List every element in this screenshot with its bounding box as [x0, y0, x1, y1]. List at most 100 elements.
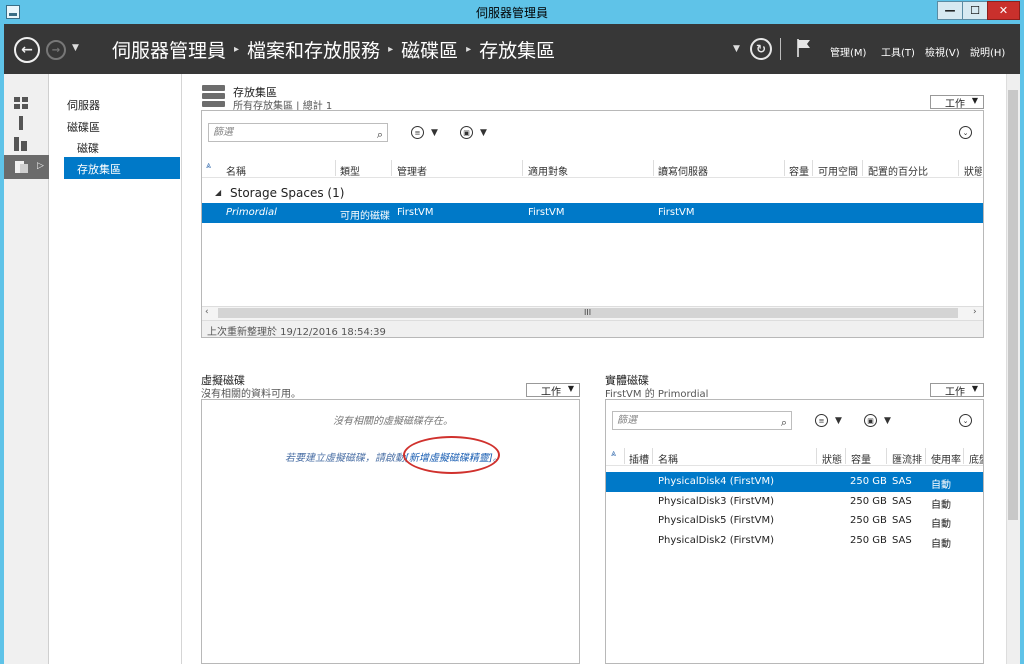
physical-disks-tasks-button[interactable]: 工作 ▼	[930, 383, 984, 398]
forward-arrow-icon[interactable]: →	[46, 40, 66, 60]
menu-help[interactable]: 說明(H)	[970, 44, 1005, 59]
header-dropdown-icon[interactable]: ▼	[733, 44, 740, 54]
scroll-right-icon[interactable]: ›	[973, 307, 977, 317]
save-query-icon[interactable]: ▣	[460, 126, 473, 139]
col-status[interactable]: 狀態	[964, 163, 982, 178]
expand-collapse-icon[interactable]: ⌄	[959, 126, 972, 139]
list-options-icon[interactable]: ≡	[411, 126, 424, 139]
column-divider[interactable]	[812, 160, 813, 176]
sort-indicator-icon[interactable]: ⩓	[206, 161, 211, 171]
minimize-button[interactable]: —	[937, 1, 963, 20]
col-capacity[interactable]: 容量	[851, 451, 871, 466]
vertical-scrollbar-thumb[interactable]	[1008, 90, 1018, 520]
col-chassis[interactable]: 底盤	[969, 451, 983, 466]
chevron-down-icon: ▼	[971, 384, 978, 393]
column-divider[interactable]	[652, 448, 653, 464]
disk-name: PhysicalDisk3 (FirstVM)	[658, 496, 775, 507]
col-available-to[interactable]: 適用對象	[528, 163, 568, 178]
storage-pools-filter-input[interactable]: 篩選 ⌕	[208, 123, 388, 142]
chevron-down-icon[interactable]: ▼	[480, 128, 487, 138]
virtual-disks-tasks-button[interactable]: 工作 ▼	[526, 383, 580, 398]
virtual-disks-empty-message: 沒有相關的虛擬磁碟存在。	[333, 416, 453, 427]
save-query-icon[interactable]: ▣	[864, 414, 877, 427]
column-divider[interactable]	[958, 160, 959, 176]
col-name[interactable]: 名稱	[226, 163, 246, 178]
breadcrumb-volumes[interactable]: 磁碟區	[401, 36, 458, 63]
col-managed-by[interactable]: 管理者	[397, 163, 427, 178]
notifications-flag-icon[interactable]	[796, 38, 812, 58]
disk-name: PhysicalDisk4 (FirstVM)	[658, 476, 775, 487]
disk-usage: 自動	[931, 480, 951, 491]
expand-arrow-icon[interactable]: ▷	[37, 161, 44, 171]
disk-bus: SAS	[892, 496, 912, 507]
table-row[interactable]: PhysicalDisk4 (FirstVM) 250 GB SAS 自動	[606, 472, 983, 492]
col-bus[interactable]: 匯流排	[892, 451, 922, 466]
column-divider[interactable]	[925, 448, 926, 464]
header-divider	[780, 38, 781, 60]
chevron-down-icon[interactable]: ▼	[431, 128, 438, 138]
chevron-down-icon: ▼	[971, 96, 978, 105]
tasks-label: 工作	[945, 386, 965, 398]
table-row[interactable]: PhysicalDisk5 (FirstVM) 250 GB SAS 自動	[606, 511, 983, 531]
nav-item-volumes[interactable]: 磁碟區	[67, 119, 100, 135]
local-server-icon[interactable]	[13, 116, 29, 130]
col-type[interactable]: 類型	[340, 163, 360, 178]
column-divider[interactable]	[816, 448, 817, 464]
search-icon: ⌕	[376, 128, 383, 141]
col-percent-allocated[interactable]: 配置的百分比	[868, 163, 928, 178]
physical-disks-filter-input[interactable]: 篩選 ⌕	[612, 411, 792, 430]
virtual-disks-panel	[201, 399, 580, 664]
table-row[interactable]: PhysicalDisk3 (FirstVM) 250 GB SAS 自動	[606, 492, 983, 512]
dashboard-icon[interactable]	[13, 96, 29, 110]
collapse-group-icon[interactable]: ◢	[215, 188, 221, 197]
menu-tools[interactable]: 工具(T)	[881, 44, 915, 59]
menu-view[interactable]: 檢視(V)	[925, 44, 960, 59]
file-storage-services-icon[interactable]	[14, 160, 30, 174]
maximize-button[interactable]: ☐	[962, 1, 988, 20]
table-row[interactable]: Primordial 可用的磁碟 FirstVM FirstVM FirstVM	[202, 203, 983, 223]
tasks-label: 工作	[945, 98, 965, 110]
column-divider[interactable]	[391, 160, 392, 176]
column-divider[interactable]	[963, 448, 964, 464]
back-arrow-icon[interactable]: ←	[14, 37, 40, 63]
menu-manage[interactable]: 管理(M)	[830, 44, 866, 59]
last-refresh-text: 上次重新整理於 19/12/2016 18:54:39	[207, 327, 386, 338]
breadcrumb-file-storage[interactable]: 檔案和存放服務	[247, 36, 380, 63]
column-divider[interactable]	[335, 160, 336, 176]
nav-history-dropdown-icon[interactable]: ▼	[72, 43, 79, 53]
scroll-left-icon[interactable]: ‹	[205, 307, 209, 317]
chevron-down-icon[interactable]: ▼	[835, 416, 842, 426]
close-button[interactable]: ✕	[987, 1, 1020, 20]
col-name[interactable]: 名稱	[658, 451, 678, 466]
column-divider[interactable]	[862, 160, 863, 176]
col-rw-server[interactable]: 讀寫伺服器	[658, 163, 708, 178]
col-free-space[interactable]: 可用空間	[818, 163, 858, 178]
list-options-icon[interactable]: ≡	[815, 414, 828, 427]
col-usage[interactable]: 使用率	[931, 451, 961, 466]
group-header[interactable]: Storage Spaces (1)	[230, 186, 344, 200]
col-slot[interactable]: 插槽	[629, 451, 649, 466]
nav-item-disks[interactable]: 磁碟	[77, 140, 99, 156]
sort-indicator-icon[interactable]: ⩓	[611, 449, 616, 459]
col-status[interactable]: 狀態	[822, 451, 842, 466]
breadcrumb-separator-icon: ▸	[234, 44, 240, 55]
chevron-down-icon: ▼	[567, 384, 574, 393]
column-divider[interactable]	[624, 448, 625, 464]
nav-item-storage-pools[interactable]: 存放集區	[77, 161, 121, 177]
column-divider[interactable]	[784, 160, 785, 176]
table-row[interactable]: PhysicalDisk2 (FirstVM) 250 GB SAS 自動	[606, 531, 983, 551]
column-divider[interactable]	[522, 160, 523, 176]
all-servers-icon[interactable]	[13, 137, 29, 151]
breadcrumb-server-manager[interactable]: 伺服器管理員	[112, 36, 226, 63]
column-divider[interactable]	[845, 448, 846, 464]
storage-pools-tasks-button[interactable]: 工作 ▼	[930, 95, 984, 110]
tasks-label: 工作	[541, 386, 561, 398]
column-divider[interactable]	[653, 160, 654, 176]
disk-capacity: 250 GB	[850, 515, 887, 526]
col-capacity[interactable]: 容量	[789, 163, 809, 178]
expand-collapse-icon[interactable]: ⌄	[959, 414, 972, 427]
nav-item-servers[interactable]: 伺服器	[67, 97, 100, 113]
refresh-icon[interactable]: ↻	[750, 38, 772, 60]
column-divider[interactable]	[886, 448, 887, 464]
chevron-down-icon[interactable]: ▼	[884, 416, 891, 426]
